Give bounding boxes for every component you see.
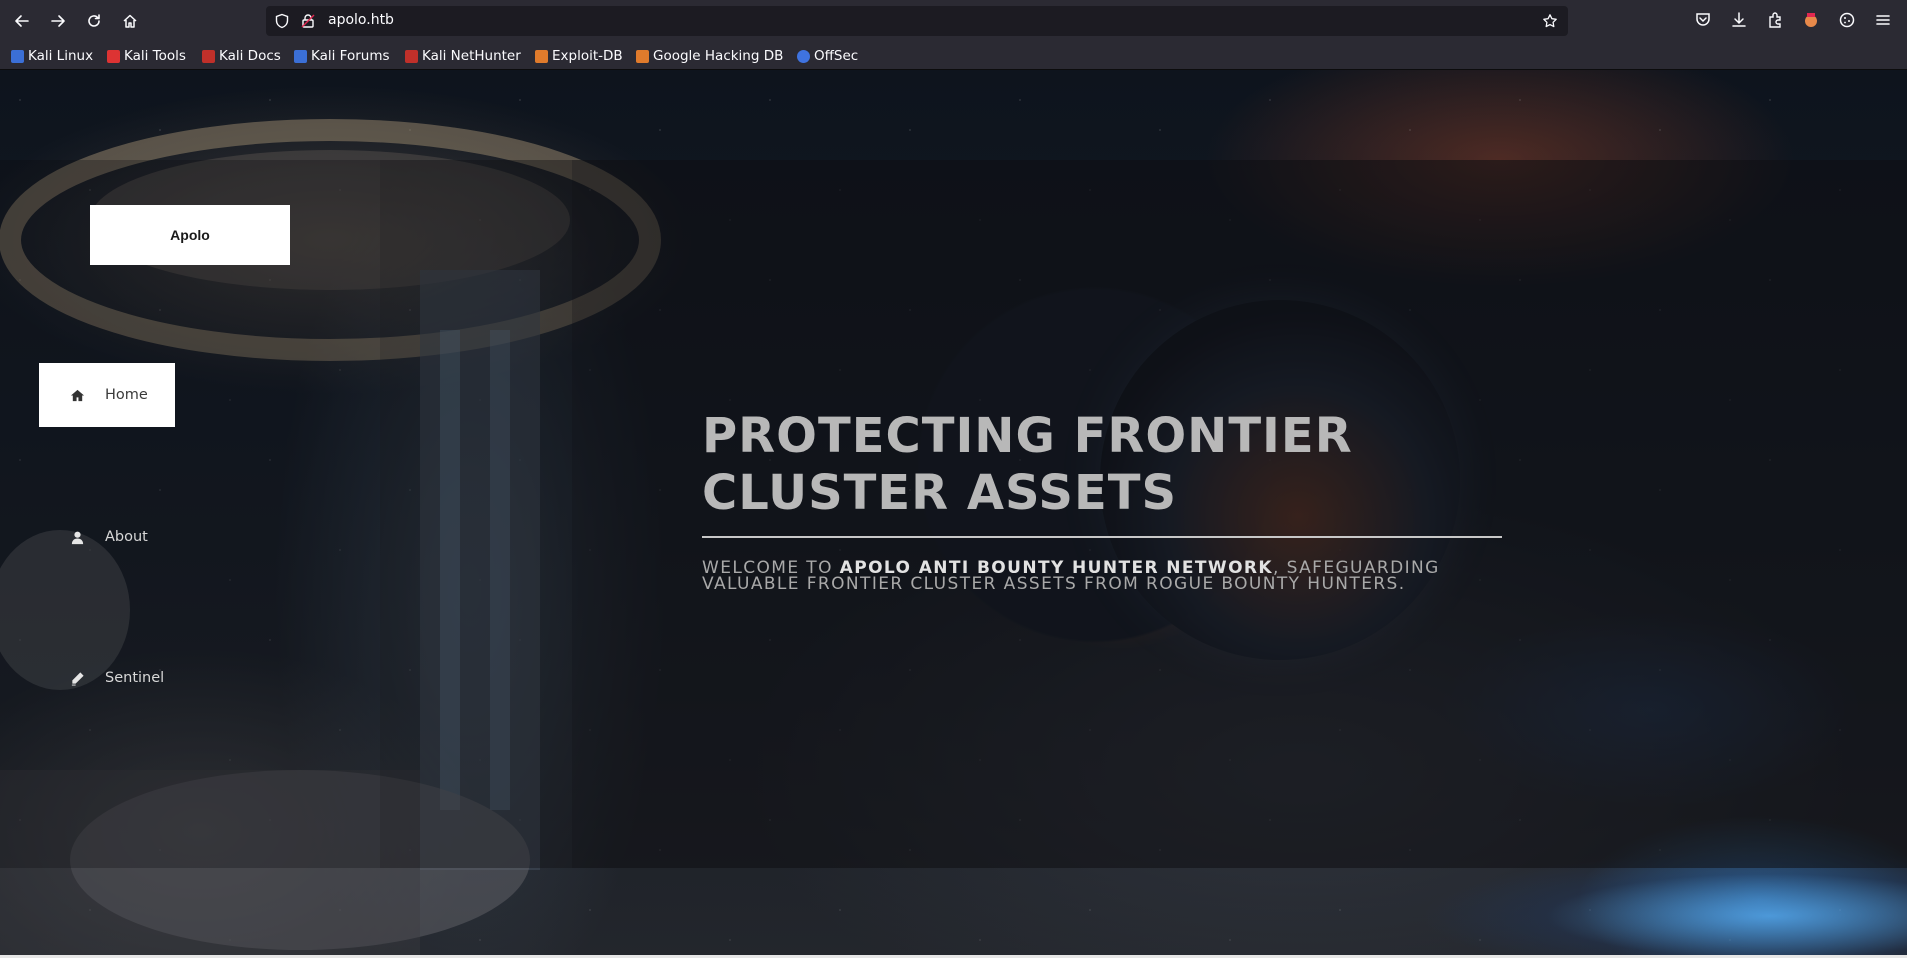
ghdb-icon [636,49,649,63]
pocket-icon[interactable] [1694,11,1712,29]
profile-extension-icon[interactable] [1802,11,1820,29]
download-icon[interactable] [1730,11,1748,29]
exploit-db-icon [535,49,548,63]
shield-icon[interactable] [274,13,290,29]
hero-title: PROTECTING FRONTIER CLUSTER ASSETS [702,408,1353,521]
extensions-icon[interactable] [1766,11,1784,29]
bookmark-exploit-db[interactable]: Exploit-DB [535,47,623,65]
url-text[interactable]: apolo.htb [328,12,394,28]
bookmark-offsec[interactable]: OffSec [797,47,858,65]
bookmarks-bar: Kali Linux Kali Tools Kali Docs Kali For… [0,42,1907,70]
nav-label-about: About [105,529,148,545]
user-icon [69,529,85,545]
nav-item-sentinel[interactable]: Sentinel [39,646,175,710]
cookie-icon[interactable] [1838,11,1856,29]
kali-nethunter-icon [405,49,418,63]
offsec-icon [797,49,810,63]
site-logo[interactable]: Apolo [90,205,290,265]
bookmark-kali-forums[interactable]: Kali Forums [294,47,390,65]
hero-section: PROTECTING FRONTIER CLUSTER ASSETS WELCO… [702,408,1502,593]
bookmark-star-icon[interactable] [1542,13,1558,29]
nav-item-home[interactable]: Home [39,363,175,427]
kali-dragon-icon [11,49,24,63]
hero-divider [702,536,1502,538]
browser-toolbar: apolo.htb [0,0,1907,42]
side-column-overlay [380,160,572,868]
home-button[interactable] [116,7,144,35]
nav-label-sentinel: Sentinel [105,670,165,686]
forward-button[interactable] [44,7,72,35]
back-button[interactable] [8,7,36,35]
bookmark-google-hacking-db[interactable]: Google Hacking DB [636,47,783,65]
hero-subtitle: WELCOME TO APOLO ANTI BOUNTY HUNTER NETW… [702,560,1482,593]
arrow-left-icon [15,15,29,27]
home-icon [123,14,137,28]
nav-label-home: Home [105,387,148,403]
nav-item-about[interactable]: About [39,505,175,569]
home-icon [69,387,85,403]
pencil-icon [69,670,85,686]
kali-tools-icon [107,49,120,63]
lock-icon[interactable] [300,13,316,29]
bookmark-kali-tools[interactable]: Kali Tools [107,47,186,65]
bookmark-kali-nethunter[interactable]: Kali NetHunter [405,47,521,65]
arrow-right-icon [51,15,65,27]
kali-docs-icon [202,49,215,63]
menu-icon[interactable] [1874,11,1892,29]
bookmark-kali-linux[interactable]: Kali Linux [11,47,93,65]
reload-icon [88,14,100,27]
url-bar[interactable]: apolo.htb [266,6,1568,36]
page-viewport: Apolo Home About Sentinel PROTECTING FRO… [0,70,1907,958]
kali-forums-icon [294,49,307,63]
bookmark-kali-docs[interactable]: Kali Docs [202,47,281,65]
reload-button[interactable] [80,7,108,35]
